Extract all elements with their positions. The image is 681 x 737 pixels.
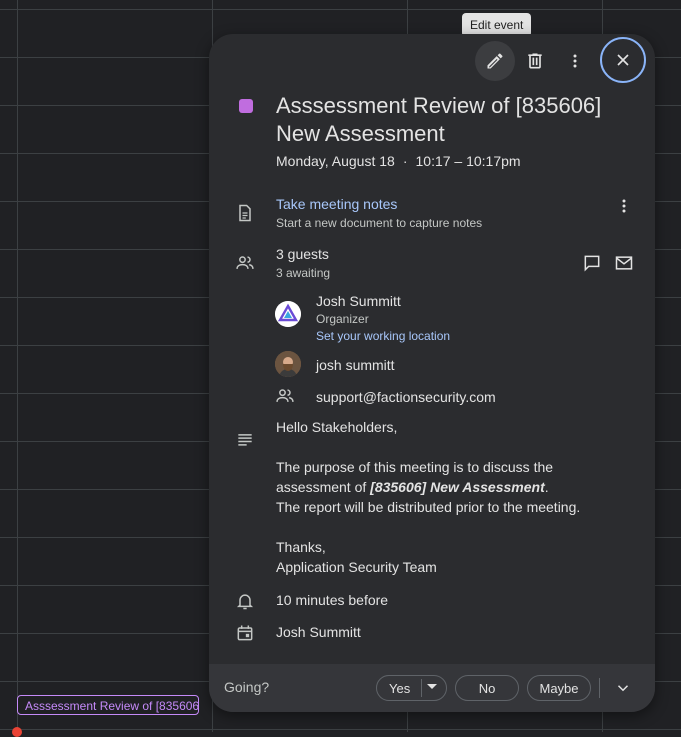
- event-date: Monday, August 18: [276, 153, 395, 169]
- event-color-swatch: [239, 99, 253, 113]
- calendar-icon: [234, 622, 256, 644]
- assessment-name: [835606] New Assessment: [370, 479, 545, 495]
- dropdown-caret-icon[interactable]: [427, 684, 437, 689]
- people-icon: [234, 252, 256, 274]
- edit-event-button[interactable]: [475, 41, 515, 81]
- rsvp-no-button[interactable]: No: [455, 675, 519, 701]
- guest-role: Organizer: [316, 312, 369, 326]
- notes-more-button[interactable]: [611, 193, 637, 219]
- avatar: [275, 351, 301, 377]
- rsvp-yes-divider: [421, 679, 422, 697]
- rsvp-footer: Going? Yes No Maybe: [209, 664, 655, 712]
- close-button[interactable]: [600, 37, 646, 83]
- delete-event-button[interactable]: [515, 41, 555, 81]
- set-working-location-link[interactable]: Set your working location: [316, 329, 450, 343]
- going-label: Going?: [224, 679, 270, 695]
- chevron-down-icon: [617, 685, 629, 692]
- calendar-owner: Josh Summitt: [276, 624, 361, 640]
- rsvp-maybe-button[interactable]: Maybe: [527, 675, 591, 701]
- avatar: [275, 301, 301, 327]
- guest-name: josh summitt: [316, 357, 395, 373]
- notes-subtitle: Start a new document to capture notes: [276, 216, 483, 230]
- description-team: Application Security Team: [276, 559, 437, 575]
- datetime-separator: ·: [402, 153, 408, 169]
- guest-name: support@factionsecurity.com: [316, 389, 496, 405]
- event-datetime: Monday, August 18 · 10:17 – 10:17pm: [276, 153, 521, 169]
- pencil-icon: [487, 53, 503, 69]
- organizer-logo-icon: [275, 301, 301, 327]
- rsvp-yes-button[interactable]: Yes: [376, 675, 447, 701]
- bell-icon: [234, 590, 256, 612]
- close-icon: [617, 54, 629, 66]
- event-details-card: Asssessment Review of [835606] New Asses…: [209, 34, 655, 712]
- take-meeting-notes-link[interactable]: Take meeting notes: [276, 196, 397, 212]
- chat-icon: [584, 255, 600, 272]
- footer-divider: [599, 678, 600, 698]
- event-description: Hello Stakeholders, The purpose of this …: [276, 417, 626, 577]
- rsvp-yes-label: Yes: [389, 681, 411, 696]
- notes-doc-icon: [234, 202, 256, 224]
- guests-count: 3 guests: [276, 246, 329, 262]
- group-icon: [274, 385, 296, 407]
- guests-status: 3 awaiting: [276, 266, 331, 280]
- user-photo-icon: [275, 351, 301, 377]
- more-vert-icon: [622, 199, 626, 213]
- more-vert-icon: [573, 54, 577, 68]
- expand-rsvp-button[interactable]: [611, 676, 635, 700]
- trash-icon: [528, 53, 542, 69]
- description-greeting: Hello Stakeholders,: [276, 419, 398, 435]
- description-paragraph: The purpose of this meeting is to discus…: [276, 459, 554, 495]
- calendar-event-chip[interactable]: Asssessment Review of [835606] New Asses…: [17, 695, 199, 715]
- description-line: The report will be distributed prior to …: [276, 499, 581, 515]
- more-options-button[interactable]: [555, 41, 595, 81]
- mail-icon: [615, 256, 633, 270]
- event-time: 10:17 – 10:17pm: [415, 153, 521, 169]
- description-icon: [234, 428, 256, 450]
- chat-guests-button[interactable]: [579, 250, 605, 276]
- description-signoff: Thanks,: [276, 539, 326, 555]
- reminder-text: 10 minutes before: [276, 592, 389, 608]
- guest-name: Josh Summitt: [316, 293, 401, 309]
- event-title: Asssessment Review of [835606] New Asses…: [276, 93, 602, 146]
- email-guests-button[interactable]: [611, 250, 637, 276]
- current-time-indicator: [12, 727, 22, 737]
